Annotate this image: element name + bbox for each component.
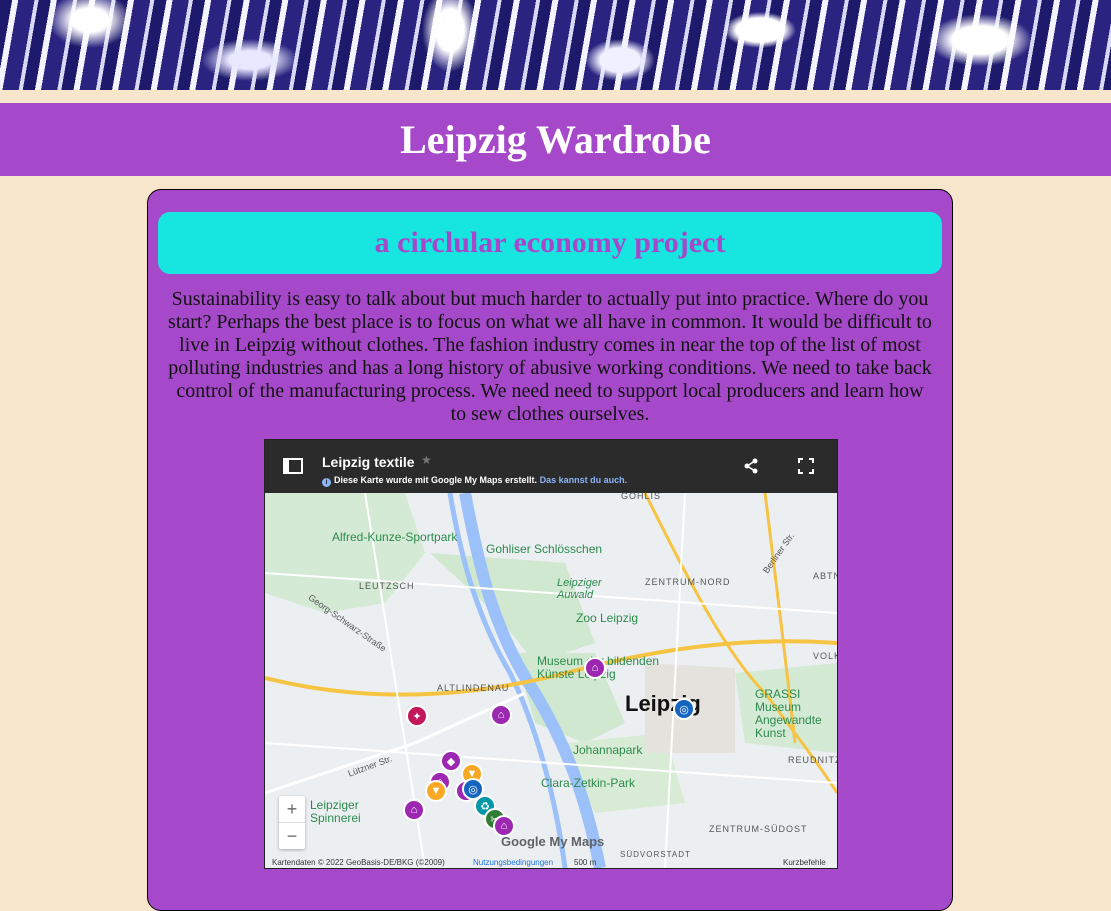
google-my-maps-logo: Google My Maps [501,834,605,849]
panel-toggle-icon[interactable] [283,458,303,479]
map-info-link[interactable]: Das kannst du auch. [540,475,628,485]
map-label-gohlis: GOHLIS [621,491,662,501]
map-label-abtn: ABTN [813,571,837,581]
map-info-text: Diese Karte wurde mit Google My Maps ers… [334,475,538,485]
map-footer-data: Kartendaten © 2022 GeoBasis-DE/BKG (©200… [272,858,445,867]
map-label-zentrum-nord: ZENTRUM-NORD [645,577,731,587]
map-label-zoo: Zoo Leipzig [576,611,639,625]
title-bar: Leipzig Wardrobe [0,103,1111,176]
header-banner-image [0,0,1111,90]
map-label-volk: VOLK [813,651,837,661]
zoom-controls: + − [279,796,305,849]
map-label-grassi: GRASSI Museum Angewandte Kunst [755,687,822,740]
info-icon: i [322,478,331,487]
map-marker-hanger[interactable]: ⌂ [490,704,512,726]
map-title: Leipzig textile [322,454,415,470]
map-label-museum: Museum der bildenden Künste Leipzig [537,654,660,681]
banner-divider [0,90,1111,103]
map-label-clara: Clara-Zetkin-Park [541,776,636,790]
map-label-leutzsch: LEUTZSCH [359,581,415,591]
share-icon[interactable] [743,458,759,479]
site-subtitle: a circlular economy project [374,226,726,259]
intro-paragraph: Sustainability is easy to talk about but… [168,288,932,425]
map-marker-tools[interactable]: ✦ [406,705,428,727]
subtitle-banner: a circlular economy project [158,212,942,274]
zoom-out-button[interactable]: − [279,823,305,849]
map-label-altlindenau: ALTLINDENAU [437,683,510,693]
map-header: Leipzig textile ★ i Diese Karte wurde mit… [265,440,837,493]
content-card: a circlular economy project Sustainabili… [147,189,953,911]
map-label-auwald: Leipziger Auwald [557,577,602,601]
map-marker-yarn[interactable]: ◎ [673,698,695,720]
zoom-in-button[interactable]: + [279,796,305,823]
map-label-sportpark: Alfred-Kunze-Sportpark [332,530,458,544]
map-marker-hanger[interactable]: ⌂ [403,799,425,821]
map-canvas[interactable]: GOHLIS Alfred-Kunze-Sportpark Gohliser S… [265,491,838,868]
map-marker-shoe[interactable]: ◆ [440,750,462,772]
map-label-reudnitz: REUDNITZ [788,755,838,765]
map-label-schloesschen: Gohliser Schlösschen [486,542,603,556]
map-label-zentrum-suedost: ZENTRUM-SÜDOST [709,824,808,834]
fullscreen-icon[interactable] [798,458,814,479]
map-footer-terms[interactable]: Nutzungsbedingungen [473,858,553,867]
star-icon[interactable]: ★ [421,453,432,467]
map-marker-cocktail[interactable]: ▼ [425,780,447,802]
map-label-johannapark: Johannapark [573,743,643,757]
map-info-line: i Diese Karte wurde mit Google My Maps er… [322,475,627,487]
map-footer: Kartendaten © 2022 GeoBasis-DE/BKG (©200… [265,856,837,868]
map-label-spinnerei: Leipziger Spinnerei [310,798,361,825]
embedded-map[interactable]: Leipzig textile ★ i Diese Karte wurde mit… [264,439,838,869]
map-footer-shortcuts[interactable]: Kurzbefehle [783,858,826,867]
site-title: Leipzig Wardrobe [400,117,711,162]
map-footer-scale: 500 m [574,858,597,867]
map-marker-hanger[interactable]: ⌂ [584,657,606,679]
